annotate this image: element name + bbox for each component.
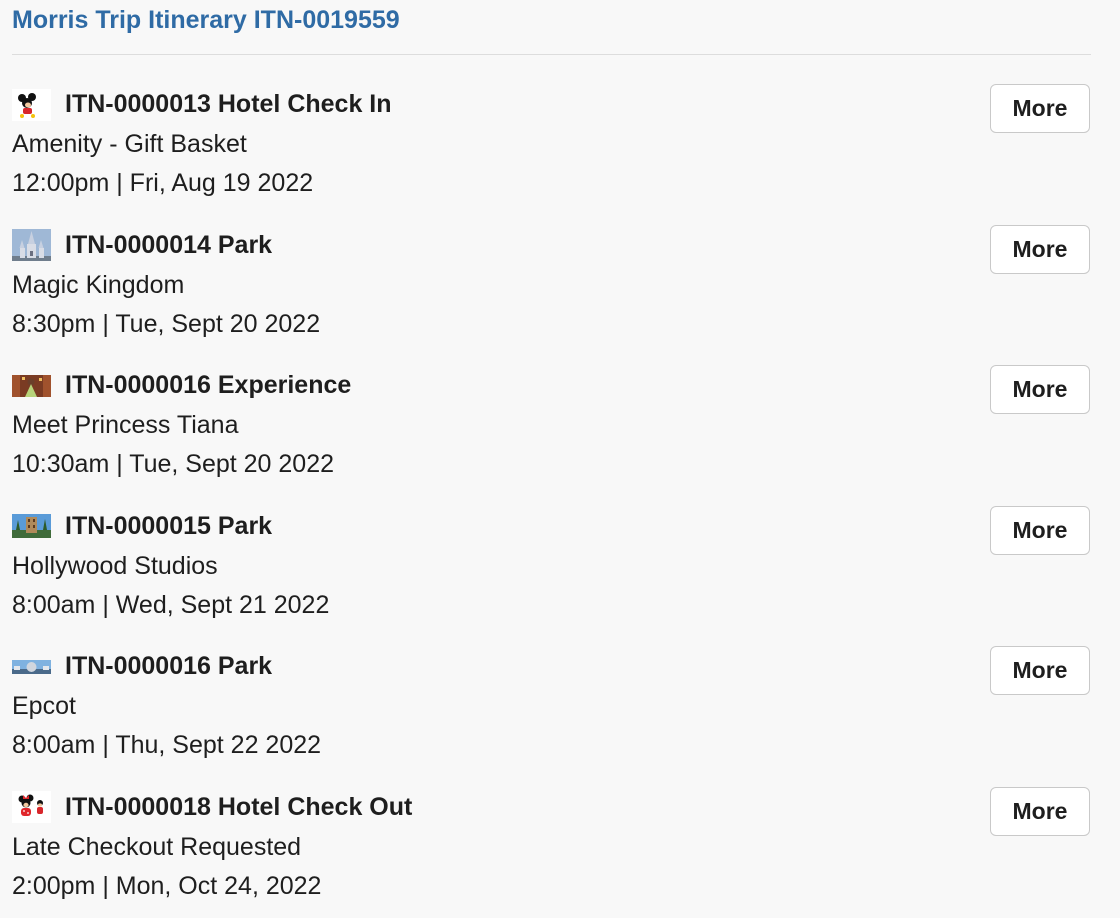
itinerary-item: ITN-0000013 Hotel Check In Amenity - Gif… xyxy=(0,84,1120,225)
item-header: ITN-0000018 Hotel Check Out xyxy=(12,790,412,825)
item-title: ITN-0000018 Hotel Check Out xyxy=(65,792,413,821)
mickey-icon xyxy=(12,88,51,121)
item-datetime: 2:00pm | Mon, Oct 24, 2022 xyxy=(12,871,322,900)
more-button[interactable]: More xyxy=(990,84,1090,133)
more-button[interactable]: More xyxy=(990,646,1090,695)
item-subtitle: Late Checkout Requested xyxy=(12,832,302,861)
castle-icon xyxy=(12,229,51,261)
item-header: ITN-0000016 Experience xyxy=(12,368,351,403)
itinerary-page: Morris Trip Itinerary ITN-0019559 ITN-00… xyxy=(0,0,1120,918)
itinerary-item: ITN-0000016 Park Epcot 8:00am | Thu, Sep… xyxy=(0,646,1120,787)
item-subtitle: Epcot xyxy=(12,692,76,720)
item-subtitle: Magic Kingdom xyxy=(12,270,185,299)
item-title: ITN-0000016 Park xyxy=(65,652,273,680)
item-header: ITN-0000015 Park xyxy=(12,509,272,544)
more-button[interactable]: More xyxy=(990,505,1090,555)
itinerary-item: ITN-0000015 Park Hollywood Studios 8:00a… xyxy=(0,505,1120,647)
minnie-icon xyxy=(12,791,51,823)
itinerary-item: ITN-0000014 Park Magic Kingdom 8:30pm | … xyxy=(0,224,1120,366)
item-datetime: 8:00am | Thu, Sept 22 2022 xyxy=(12,731,322,759)
item-subtitle: Hollywood Studios xyxy=(12,551,218,580)
item-subtitle: Meet Princess Tiana xyxy=(12,411,239,439)
itinerary-title-link[interactable]: Morris Trip Itinerary ITN-0019559 xyxy=(12,2,400,38)
item-datetime: 12:00pm | Fri, Aug 19 2022 xyxy=(12,169,314,197)
itinerary-item: ITN-0000016 Experience Meet Princess Tia… xyxy=(0,365,1120,506)
epcot-icon xyxy=(12,651,51,683)
item-title: ITN-0000016 Experience xyxy=(65,371,352,399)
item-datetime: 8:00am | Wed, Sept 21 2022 xyxy=(12,590,330,619)
item-header: ITN-0000016 Park xyxy=(12,649,272,684)
studios-icon xyxy=(12,510,51,542)
item-datetime: 10:30am | Tue, Sept 20 2022 xyxy=(12,450,335,478)
itinerary-list: ITN-0000013 Hotel Check In Amenity - Gif… xyxy=(0,84,1120,918)
princess-icon xyxy=(12,370,51,402)
more-button[interactable]: More xyxy=(990,365,1090,414)
more-button[interactable]: More xyxy=(990,786,1090,836)
header-divider xyxy=(12,54,1091,55)
itinerary-item: ITN-0000018 Hotel Check Out Late Checkou… xyxy=(0,786,1120,918)
item-title: ITN-0000015 Park xyxy=(65,511,273,540)
item-title: ITN-0000013 Hotel Check In xyxy=(65,90,392,118)
more-button[interactable]: More xyxy=(990,224,1090,274)
item-title: ITN-0000014 Park xyxy=(65,230,273,259)
item-header: ITN-0000013 Hotel Check In xyxy=(12,87,392,122)
item-subtitle: Amenity - Gift Basket xyxy=(12,130,247,158)
item-datetime: 8:30pm | Tue, Sept 20 2022 xyxy=(12,309,321,338)
item-header: ITN-0000014 Park xyxy=(12,228,272,263)
